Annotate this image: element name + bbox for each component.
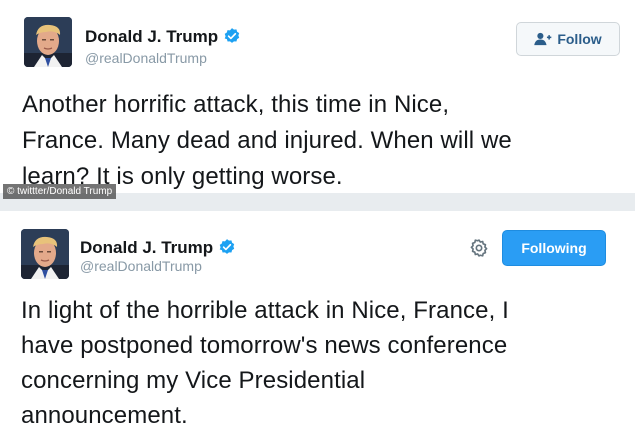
avatar-image [24, 17, 72, 67]
tweet-text-line: have postponed tomorrow's news conferenc… [21, 332, 508, 359]
verified-badge-icon [224, 28, 240, 43]
tweet-text: Another horrific attack, this time in Ni… [22, 87, 622, 193]
watermark-caption: © twittter/Donald Trump [3, 184, 117, 199]
tweet-text-line: In light of the horrible attack in Nice,… [21, 297, 509, 324]
display-name-text: Donald J. Trump [85, 27, 219, 46]
tweet-text: In light of the horrible attack in Nice,… [21, 293, 621, 433]
display-name[interactable]: Donald J. Trump [85, 27, 241, 47]
follow-button[interactable]: Follow [516, 22, 620, 56]
tweet-text-line: announcement. [21, 402, 188, 429]
avatar[interactable] [21, 229, 69, 279]
user-handle[interactable]: @realDonaldTrump [85, 50, 207, 66]
verified-badge-icon [219, 239, 235, 254]
avatar[interactable] [24, 17, 72, 67]
avatar-image [21, 229, 69, 279]
tweet-text-line: France. Many dead and injured. When will… [22, 127, 512, 154]
display-name-text: Donald J. Trump [80, 238, 214, 257]
tweet-card-1: Donald J. Trump @realDonaldTrump Follow … [0, 0, 635, 193]
user-handle[interactable]: @realDonaldTrump [80, 258, 202, 274]
follow-button-label: Follow [557, 31, 602, 47]
tweet-text-line: Another horrific attack, this time in Ni… [22, 91, 450, 118]
follow-person-icon [534, 32, 552, 46]
gear-icon[interactable] [469, 238, 489, 258]
tweet-text-line: concerning my Vice Presidential [21, 367, 366, 394]
display-name[interactable]: Donald J. Trump [80, 238, 236, 258]
following-button-label: Following [521, 240, 587, 256]
following-button[interactable]: Following [502, 230, 606, 266]
tweet-card-2: Donald J. Trump @realDonaldTrump Followi… [0, 211, 635, 434]
